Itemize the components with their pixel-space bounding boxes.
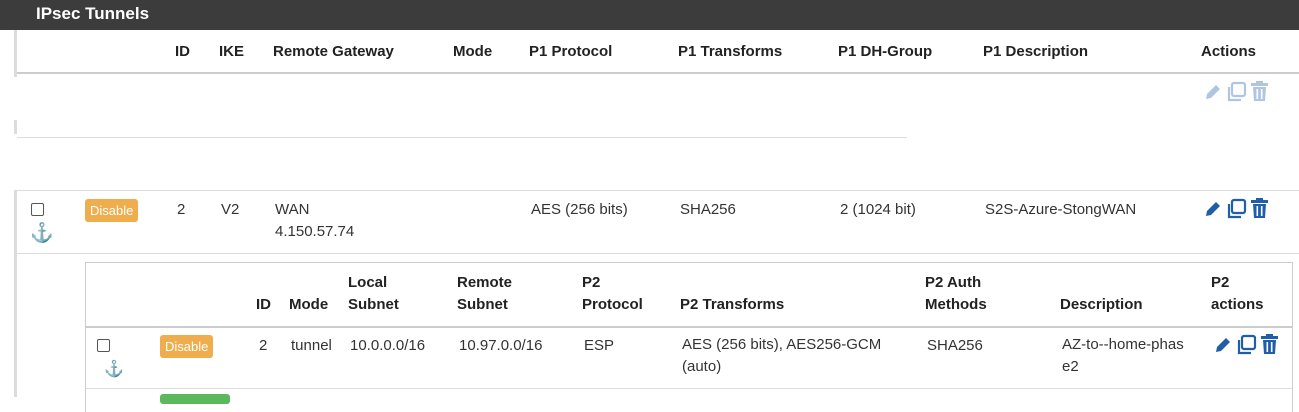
p2-col-transforms[interactable]: P2 Transforms xyxy=(680,294,784,316)
row-divider xyxy=(86,388,1292,389)
tunnel-p1-description: S2S-Azure-StongWAN xyxy=(985,201,1137,218)
col-p1-transforms[interactable]: P1 Transforms xyxy=(678,43,782,60)
row-divider xyxy=(17,137,907,138)
p2-remote-subnet: 10.97.0.0/16 xyxy=(459,337,543,354)
col-remote-gateway[interactable]: Remote Gateway xyxy=(273,43,394,60)
p2-mode: tunnel xyxy=(291,337,332,354)
p2-header-divider xyxy=(86,326,1292,328)
col-p1-protocol[interactable]: P1 Protocol xyxy=(529,43,612,60)
tunnel-p1-dh-group: 2 (1024 bit) xyxy=(840,201,916,218)
tunnel-ike: V2 xyxy=(221,201,240,218)
p2-col-id[interactable]: ID xyxy=(256,294,271,316)
left-border xyxy=(14,30,17,77)
tunnel-actions xyxy=(1203,198,1269,219)
pencil-icon[interactable] xyxy=(1203,82,1223,102)
p2-protocol: ESP xyxy=(584,337,615,354)
row-divider xyxy=(17,190,1299,191)
enable-button-partial[interactable] xyxy=(160,394,230,404)
col-mode[interactable]: Mode xyxy=(453,43,492,60)
tunnel-gateway-ip: 4.150.57.74 xyxy=(275,223,355,240)
p2-disable-button[interactable]: Disable xyxy=(160,335,214,358)
p2-col-auth[interactable]: P2 Auth Methods xyxy=(925,272,1005,316)
trash-icon[interactable] xyxy=(1250,198,1269,219)
col-p1-dh-group[interactable]: P1 DH-Group xyxy=(838,43,932,60)
p2-col-local-subnet[interactable]: Local Subnet xyxy=(348,272,418,316)
copy-icon[interactable] xyxy=(1226,81,1247,102)
tunnel-p1-transforms: SHA256 xyxy=(680,201,736,218)
col-id[interactable]: ID xyxy=(175,43,190,60)
p2-actions xyxy=(1213,334,1279,355)
trash-icon[interactable] xyxy=(1260,334,1279,355)
disable-button[interactable]: Disable xyxy=(85,199,139,222)
p2-local-subnet: 10.0.0.0/16 xyxy=(350,337,426,354)
col-actions: Actions xyxy=(1201,43,1257,60)
p2-description: AZ-to--home-phase2 xyxy=(1062,336,1184,375)
p2-auth: SHA256 xyxy=(927,337,983,354)
row-1-actions xyxy=(1203,81,1269,102)
header-divider xyxy=(17,72,1299,74)
trash-icon[interactable] xyxy=(1250,81,1269,102)
tunnel-checkbox[interactable] xyxy=(31,203,44,216)
p2-col-remote-subnet[interactable]: Remote Subnet xyxy=(457,272,527,316)
panel-title: IPsec Tunnels xyxy=(0,0,1299,30)
p2-col-actions: P2 actions xyxy=(1211,274,1264,313)
tunnel-p1-protocol: AES (256 bits) xyxy=(531,201,628,218)
p2-id: 2 xyxy=(259,337,268,354)
anchor-icon[interactable]: ⚓ xyxy=(30,224,54,243)
col-p1-description[interactable]: P1 Description xyxy=(983,43,1088,60)
p2-col-protocol[interactable]: P2 Protocol xyxy=(582,272,652,316)
copy-icon[interactable] xyxy=(1226,198,1247,219)
col-ike[interactable]: IKE xyxy=(219,43,244,60)
p2-col-description[interactable]: Description xyxy=(1060,294,1143,316)
left-border xyxy=(14,190,17,397)
p2-checkbox[interactable] xyxy=(97,339,110,352)
p2-col-mode[interactable]: Mode xyxy=(289,294,328,316)
tunnel-gateway-iface: WAN xyxy=(275,201,310,218)
row-divider xyxy=(17,253,1299,254)
anchor-icon[interactable]: ⚓ xyxy=(104,360,124,379)
tunnel-id: 2 xyxy=(177,201,186,218)
p2-transforms: AES (256 bits), AES256-GCM (auto) xyxy=(682,336,882,375)
left-border xyxy=(14,120,17,134)
pencil-icon[interactable] xyxy=(1213,335,1233,355)
copy-icon[interactable] xyxy=(1236,334,1257,355)
pencil-icon[interactable] xyxy=(1203,199,1223,219)
